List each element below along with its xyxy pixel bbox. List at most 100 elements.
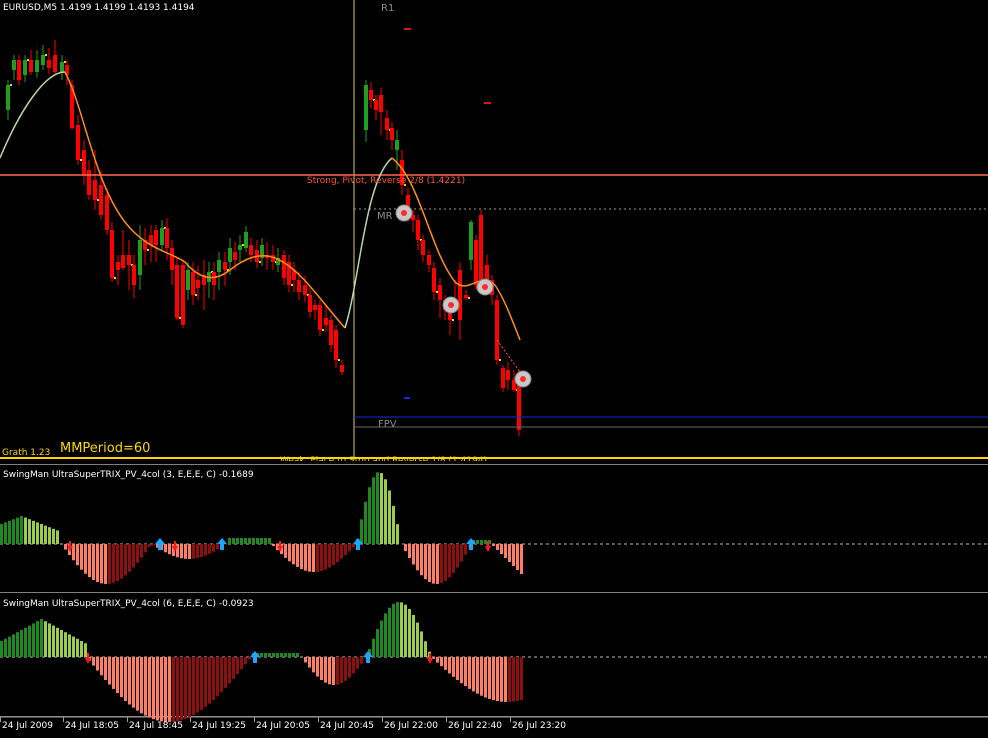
ind2-bar <box>160 657 163 722</box>
ind2-bar <box>36 621 39 657</box>
chart-title: EURUSD,M5 1.4199 1.4199 1.4193 1.4194 <box>3 3 195 13</box>
ind2-bar <box>260 653 263 657</box>
ind2-bar <box>164 657 167 722</box>
ind1-bar <box>232 538 235 544</box>
ind2-bar <box>464 657 467 687</box>
ind2-bar <box>224 657 227 688</box>
ind2-bar <box>204 657 207 707</box>
ind1-bar <box>28 519 31 544</box>
close-tick <box>147 249 149 251</box>
ind1-bar <box>104 544 107 584</box>
candle-body <box>318 305 322 330</box>
r1-label: R1 <box>381 3 395 14</box>
ind2-bar <box>452 657 455 677</box>
ind2-bar <box>148 657 151 718</box>
ind2-bar <box>456 657 459 681</box>
ind1-bar <box>240 538 243 544</box>
candle-body <box>132 265 136 285</box>
ind1-bar <box>96 544 99 583</box>
ind2-bar <box>4 638 7 657</box>
close-tick <box>10 84 12 86</box>
candle-body <box>121 255 125 268</box>
ind1-bar <box>408 544 411 559</box>
ind2-bar <box>332 657 335 685</box>
ind1-bar <box>212 544 215 552</box>
ind2-bar <box>208 657 211 704</box>
ind1-bar <box>476 540 479 544</box>
ind1-bar <box>188 544 191 559</box>
ind2-bar <box>52 625 55 657</box>
ind1-bar <box>328 544 331 568</box>
candle-body <box>427 255 431 265</box>
ind1-bar <box>64 544 67 550</box>
ind2-bar <box>380 620 383 657</box>
ind2-bar <box>120 657 123 698</box>
fpv-label: FPV <box>378 419 397 430</box>
ind2-bar <box>436 657 439 663</box>
ind1-bar <box>52 528 55 544</box>
time-axis-label: 24 Jul 2009 <box>2 721 53 731</box>
indicator2-title: SwingMan UltraSuperTRIX_PV_4col (6, E,E,… <box>3 599 254 609</box>
ind1-bar <box>340 544 343 559</box>
ind1-bar <box>460 544 463 562</box>
ind2-bar <box>244 657 247 665</box>
ind2-bar <box>168 657 171 722</box>
ind2-bar <box>212 657 215 701</box>
close-tick <box>195 294 197 296</box>
ind2-bar <box>388 607 391 657</box>
ind2-bar <box>304 657 307 663</box>
candle-body <box>374 100 378 110</box>
ind1-bar <box>436 544 439 584</box>
ind2-bar <box>420 631 423 657</box>
ind2-bar <box>284 653 287 657</box>
ind2-bar <box>236 657 239 675</box>
ind1-bar <box>508 544 511 562</box>
ind2-bar <box>404 604 407 657</box>
ind2-bar <box>56 627 59 657</box>
candle-body <box>53 55 57 72</box>
ind2-bar <box>324 657 327 683</box>
ind2-bar <box>240 657 243 670</box>
ind1-bar <box>492 544 495 546</box>
ind2-bar <box>320 657 323 681</box>
ind2-bar <box>492 657 495 701</box>
ind1-bar <box>304 544 307 571</box>
candle-body <box>313 305 317 310</box>
ind2-bar <box>416 622 419 657</box>
pivot-circle-dot <box>448 302 454 308</box>
ind1-bar <box>140 544 143 558</box>
close-tick <box>114 277 116 279</box>
ind1-bar <box>224 544 227 545</box>
ind1-bar <box>48 527 51 544</box>
ind2-bar <box>100 657 103 676</box>
ind2-bar <box>288 653 291 657</box>
candle-body <box>165 228 169 248</box>
candle-body <box>297 280 301 292</box>
candle-body <box>47 60 51 68</box>
ind2-bar <box>396 602 399 657</box>
ind2-bar <box>80 641 83 657</box>
ind1-bar <box>484 540 487 544</box>
ind1-bar <box>288 544 291 562</box>
ind1-bar <box>76 544 79 566</box>
ind2-bar <box>496 657 499 702</box>
ind2-bar <box>228 657 231 684</box>
ind1-bar <box>456 544 459 568</box>
candle-body <box>369 90 373 100</box>
candle-body <box>138 240 142 275</box>
time-axis-label: 24 Jul 18:05 <box>65 721 119 731</box>
candle-body <box>99 185 103 215</box>
ind1-bar <box>296 544 299 567</box>
mmperiod-label: MMPeriod=60 <box>60 441 151 456</box>
candle-body <box>303 285 307 295</box>
ind1-bar <box>80 544 83 570</box>
ind2-bar <box>512 657 515 702</box>
ind2-bar <box>220 657 223 693</box>
ind1-bar <box>252 538 255 544</box>
close-tick <box>436 291 438 293</box>
ind1-bar <box>200 544 203 557</box>
ind1-bar <box>324 544 327 570</box>
ind1-bar <box>16 517 19 544</box>
ind1-bar <box>184 544 187 559</box>
candle-body <box>438 285 442 300</box>
